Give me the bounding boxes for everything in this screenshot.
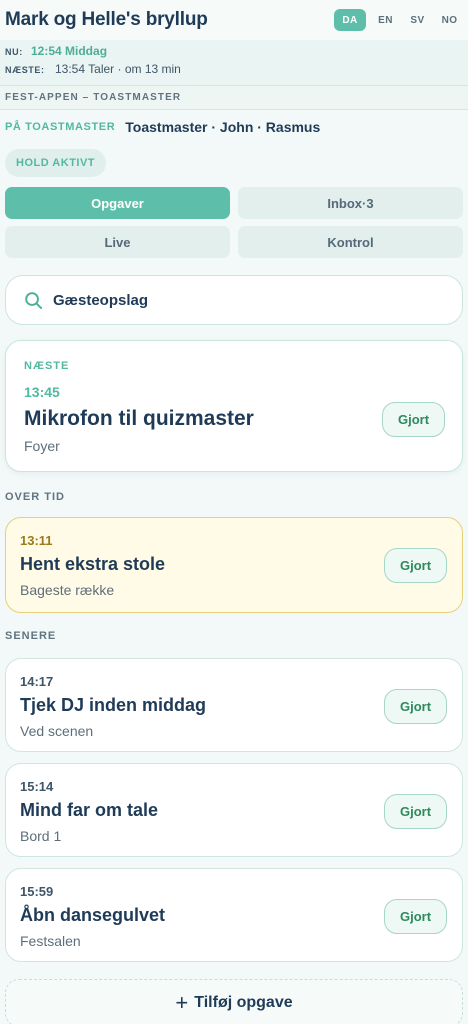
tab-live[interactable]: Live [5,226,230,258]
next-task-done-button[interactable]: Gjort [382,402,445,437]
task-title: Hent ekstra stole [20,554,166,574]
task-title: Åbn dansegulvet [20,905,166,925]
role-names: Toastmaster · John · Rasmus [125,119,321,135]
plus-icon: + [175,990,189,1015]
task-place: Bageste række [20,582,115,598]
status-now-row: NU: 12:54 Middag [5,44,463,62]
section-label: FEST-APPEN – TOASTMASTER [0,86,468,110]
task-place: Bord 1 [20,828,62,844]
next-task-card: NÆSTE 13:45 Mikrofon til quizmaster Foye… [5,340,463,472]
status-next-row: NÆSTE: 13:54 Taler · om 13 min [5,62,463,80]
task-card: 15:14 Mind far om tale Bord 1 Gjort [5,763,463,857]
hold-active-chip[interactable]: HOLD AKTIVT [5,149,107,177]
language-en-button[interactable]: EN [373,9,398,31]
task-time: 15:14 [20,779,54,794]
task-place: Festsalen [20,933,81,949]
task-done-button[interactable]: Gjort [384,548,447,583]
language-no-button[interactable]: NO [437,9,462,31]
task-card: 14:17 Tjek DJ inden middag Ved scenen Gj… [5,658,463,752]
app-title: Mark og Helle's bryllup [5,9,208,30]
task-time: 13:11 [20,533,53,548]
task-place: Ved scenen [20,723,94,739]
task-time: 14:17 [20,674,54,689]
task-card: 15:59 Åbn dansegulvet Festsalen Gjort [5,868,463,962]
later-heading: SENERE [5,630,57,642]
task-title: Tjek DJ inden middag [20,695,207,715]
language-sv-button[interactable]: SV [405,9,430,31]
tab-inbox[interactable]: Inbox·3 [238,187,463,219]
task-card-overdue: 13:11 Hent ekstra stole Bageste række Gj… [5,517,463,613]
next-task-place: Foyer [24,438,60,454]
language-switcher: DA EN SV NO [334,9,462,31]
next-task-time: 13:45 [24,384,60,400]
task-time: 15:59 [20,884,54,899]
role-key: PÅ TOASTMASTER [5,121,116,133]
status-next-value: 13:54 Taler · om 13 min [55,62,181,76]
task-done-button[interactable]: Gjort [384,689,447,724]
role-row: PÅ TOASTMASTER Toastmaster · John · Rasm… [0,110,468,144]
tab-opgaver[interactable]: Opgaver [5,187,230,219]
language-da-button[interactable]: DA [334,9,366,31]
status-now-key: NU: [5,47,23,57]
task-title: Mind far om tale [20,800,159,820]
search-icon [25,291,43,309]
guest-lookup-label: Gæsteopslag [53,291,149,309]
overdue-heading: OVER TID [5,491,65,503]
next-task-title: Mikrofon til quizmaster [24,407,254,430]
tab-kontrol[interactable]: Kontrol [238,226,463,258]
add-task-button[interactable]: + Tilføj opgave [5,979,463,1024]
next-task-label: NÆSTE [24,360,70,372]
add-task-label: Tilføj opgave [194,994,293,1011]
status-next-key: NÆSTE: [5,65,45,75]
tab-bar: Opgaver Inbox·3 Live Kontrol [5,187,463,258]
task-done-button[interactable]: Gjort [384,899,447,934]
status-now-value: 12:54 Middag [31,44,108,58]
task-done-button[interactable]: Gjort [384,794,447,829]
guest-lookup-button[interactable]: Gæsteopslag [5,275,463,325]
top-bar: Mark og Helle's bryllup DA EN SV NO [0,0,468,40]
status-panel: NU: 12:54 Middag NÆSTE: 13:54 Taler · om… [0,40,468,86]
